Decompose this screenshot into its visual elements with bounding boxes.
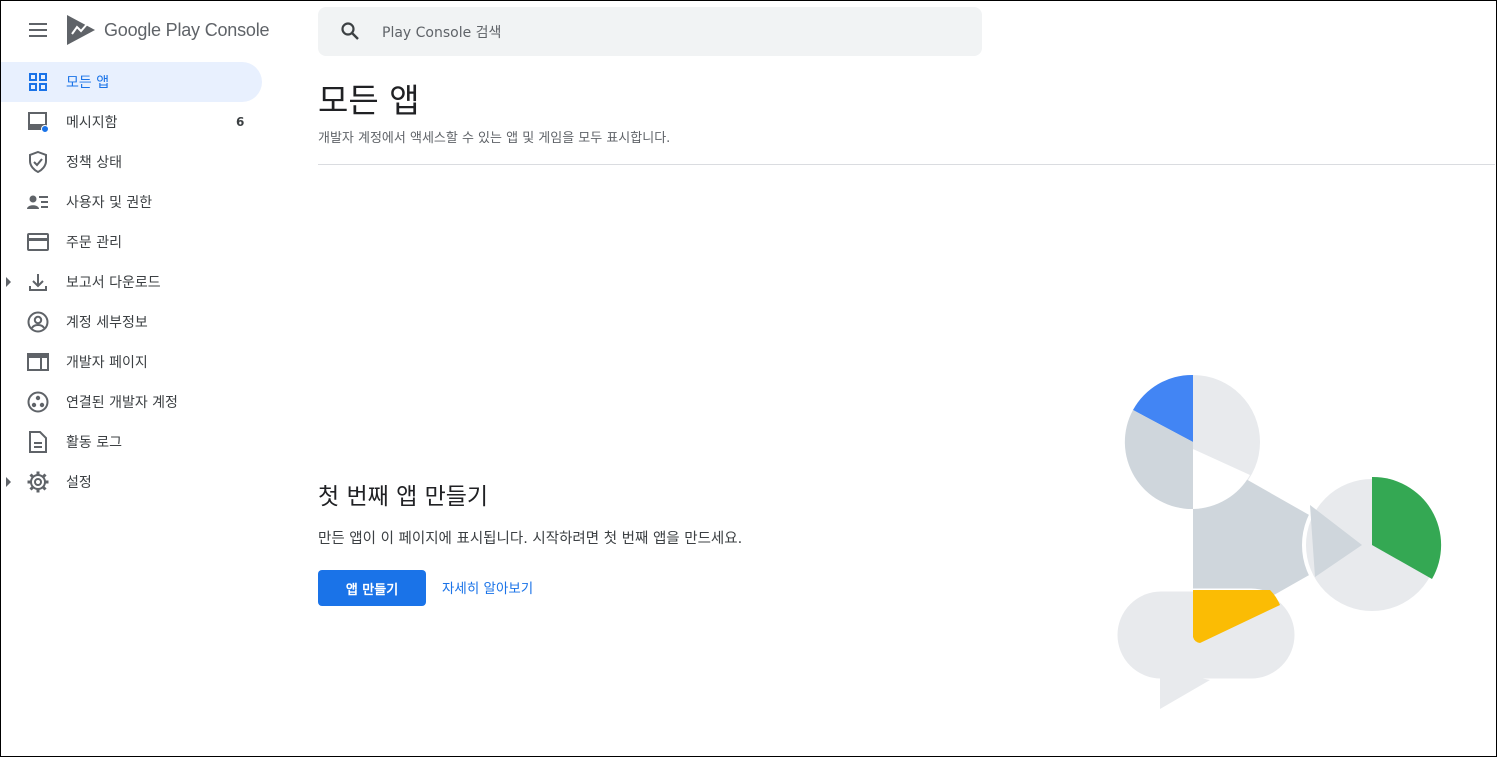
sidebar-item-label: 메시지함 — [66, 115, 118, 131]
menu-icon-bar — [29, 29, 47, 31]
logo-word-console: Console — [204, 19, 270, 40]
sidebar-item-developer-page[interactable]: 개발자 페이지 — [0, 342, 262, 382]
sidebar-item-label: 개발자 페이지 — [66, 355, 148, 371]
sidebar-item-label: 모든 앱 — [66, 75, 110, 91]
sidebar-item-inbox[interactable]: 메시지함 6 — [0, 102, 262, 142]
learn-more-link[interactable]: 자세히 알아보기 — [442, 577, 533, 597]
sidebar-item-account-details[interactable]: 계정 세부정보 — [0, 302, 262, 342]
sidebar-item-label: 주문 관리 — [66, 235, 122, 251]
empty-state-title: 첫 번째 앱 만들기 — [318, 484, 489, 510]
gear-icon — [27, 471, 49, 493]
page-title: 모든 앱 — [318, 81, 420, 120]
shield-icon — [27, 151, 49, 173]
sidebar-item-order-management[interactable]: 주문 관리 — [0, 222, 262, 262]
sidebar-item-label: 정책 상태 — [66, 155, 122, 171]
play-console-logo-icon — [67, 15, 95, 45]
sidebar-item-activity-log[interactable]: 활동 로그 — [0, 422, 262, 462]
download-icon — [27, 271, 49, 293]
main-menu-button[interactable] — [27, 20, 49, 40]
sidebar-item-label: 보고서 다운로드 — [66, 275, 161, 291]
page-subtitle: 개발자 계정에서 액세스할 수 있는 앱 및 게임을 모두 표시합니다. — [318, 131, 671, 146]
sidebar-item-download-reports[interactable]: 보고서 다운로드 — [0, 262, 262, 302]
play-console-logo-text: Google Play Console — [104, 19, 270, 41]
grid-icon — [27, 71, 49, 93]
create-app-button[interactable]: 앱 만들기 — [318, 570, 426, 606]
play-console-logo[interactable]: Google Play Console — [66, 14, 270, 46]
sidebar-item-label: 사용자 및 권한 — [66, 195, 153, 211]
sidebar-nav: 모든 앱 메시지함 6 정책 상태 사용자 및 권한 주문 관리 보고서 다운로… — [0, 62, 262, 502]
search-icon[interactable] — [340, 21, 360, 45]
sidebar-item-label: 계정 세부정보 — [66, 315, 148, 331]
search-input[interactable] — [380, 19, 944, 47]
users-list-icon — [27, 191, 49, 213]
web-page-icon — [27, 351, 49, 373]
unread-count-badge: 6 — [236, 115, 245, 129]
empty-state-text: 만든 앱이 이 페이지에 표시됩니다. 시작하려면 첫 번째 앱을 만드세요. — [318, 531, 743, 547]
sidebar-item-users-permissions[interactable]: 사용자 및 권한 — [0, 182, 262, 222]
menu-icon-bar — [29, 23, 47, 25]
empty-state-illustration — [1114, 374, 1442, 709]
credit-card-icon — [27, 231, 49, 253]
sidebar-item-all-apps[interactable]: 모든 앱 — [0, 62, 262, 102]
sidebar-item-policy-status[interactable]: 정책 상태 — [0, 142, 262, 182]
inbox-icon — [27, 111, 49, 133]
expand-arrow-icon[interactable] — [6, 277, 11, 287]
search-bar[interactable] — [318, 7, 982, 56]
document-icon — [27, 431, 49, 453]
sidebar-item-label: 활동 로그 — [66, 435, 122, 451]
sidebar-item-label: 연결된 개발자 계정 — [66, 395, 178, 411]
account-circle-icon — [27, 311, 49, 333]
sidebar-item-settings[interactable]: 설정 — [0, 462, 262, 502]
expand-arrow-icon[interactable] — [6, 477, 11, 487]
header-divider — [318, 164, 1495, 165]
sidebar-item-label: 설정 — [66, 475, 92, 491]
menu-icon-bar — [29, 35, 47, 37]
sidebar-item-linked-developer-accounts[interactable]: 연결된 개발자 계정 — [0, 382, 262, 422]
linked-accounts-icon — [27, 391, 49, 413]
logo-word-google-play: Google Play — [104, 19, 200, 40]
